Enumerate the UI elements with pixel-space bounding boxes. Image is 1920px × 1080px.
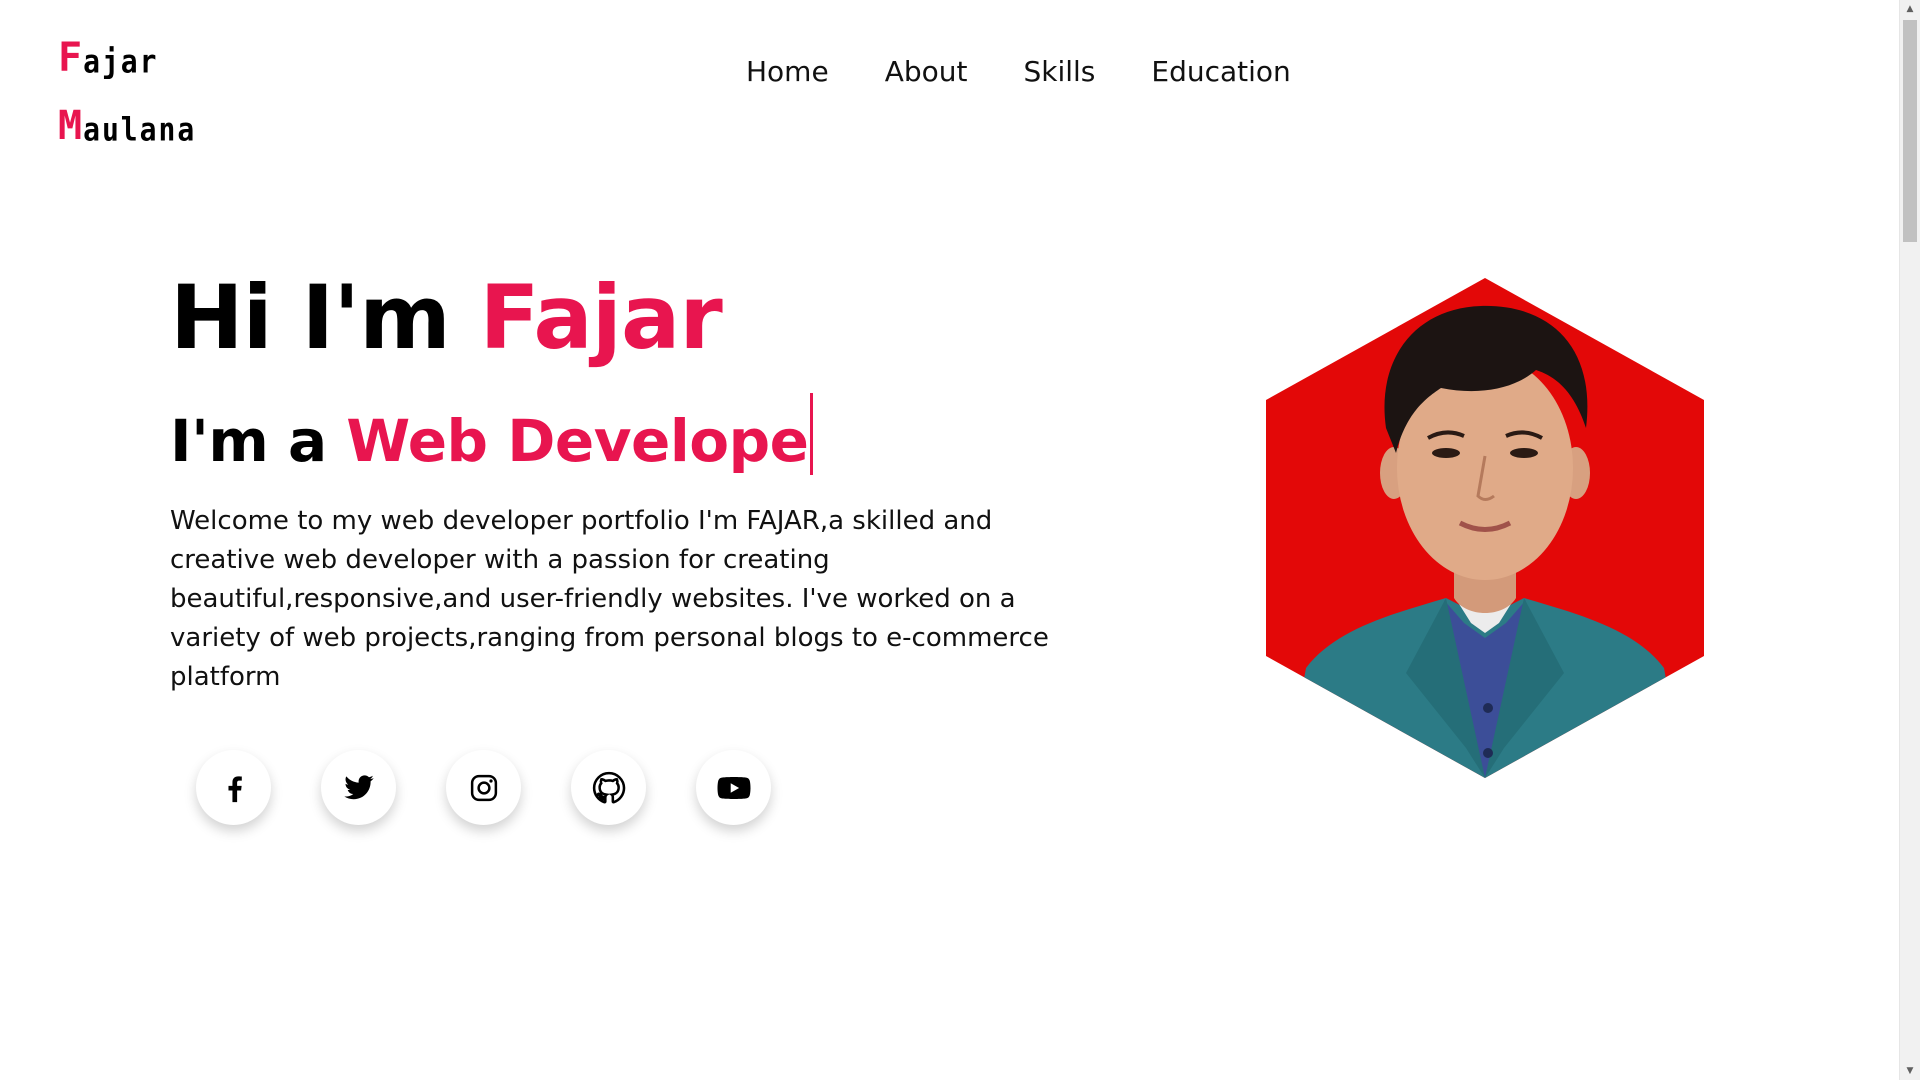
portrait-button-top — [1483, 703, 1493, 713]
youtube-button[interactable] — [696, 750, 771, 825]
profile-photo-hexagon — [1266, 278, 1704, 778]
instagram-icon — [470, 774, 497, 801]
hero-name: Fajar — [479, 266, 722, 369]
hero-subtitle: I'm a Web Develope — [170, 393, 814, 479]
scroll-thumb[interactable] — [1903, 20, 1917, 242]
github-icon — [592, 771, 625, 803]
logo-initial-m: M — [58, 103, 84, 149]
github-button[interactable] — [571, 750, 646, 825]
portrait-eye-right — [1510, 448, 1538, 458]
hero-greeting: Hi I'm — [170, 266, 480, 369]
youtube-icon — [717, 776, 750, 799]
nav-link-about[interactable]: About — [885, 55, 968, 88]
instagram-button[interactable] — [446, 750, 521, 825]
logo-initial-f: F — [58, 35, 84, 81]
main-nav: Home About Skills Education — [746, 55, 1291, 88]
nav-link-home[interactable]: Home — [746, 55, 829, 88]
social-links — [196, 750, 771, 825]
logo-last-name-rest: aulana — [83, 110, 197, 149]
facebook-icon — [227, 775, 242, 802]
nav-link-education[interactable]: Education — [1151, 55, 1290, 88]
logo-line-first-name: Fajar — [58, 28, 196, 96]
hero-sub-prefix: I'm a — [170, 407, 347, 475]
facebook-button[interactable] — [196, 750, 271, 825]
logo-first-name-rest: ajar — [83, 42, 159, 81]
portfolio-page: Fajar Maulana Home About Skills Educatio… — [0, 0, 1920, 1080]
hero-description: Welcome to my web developer portfolio I'… — [170, 506, 1049, 692]
site-logo[interactable]: Fajar Maulana — [58, 28, 196, 164]
twitter-icon — [343, 774, 374, 799]
logo-line-last-name: Maulana — [58, 96, 196, 164]
scroll-up-arrow-icon[interactable]: ▲ — [1900, 0, 1920, 18]
portrait-button-bottom — [1483, 748, 1493, 758]
portrait-eye-left — [1432, 448, 1460, 458]
hero-typed-role: Web Develope — [346, 407, 809, 475]
nav-link-skills[interactable]: Skills — [1023, 55, 1095, 88]
page-scrollbar[interactable]: ▲ ▼ — [1899, 0, 1920, 1080]
hero-title: Hi I'm Fajar — [170, 266, 723, 369]
typing-cursor — [810, 393, 814, 475]
twitter-button[interactable] — [321, 750, 396, 825]
scroll-down-arrow-icon[interactable]: ▼ — [1900, 1062, 1920, 1080]
